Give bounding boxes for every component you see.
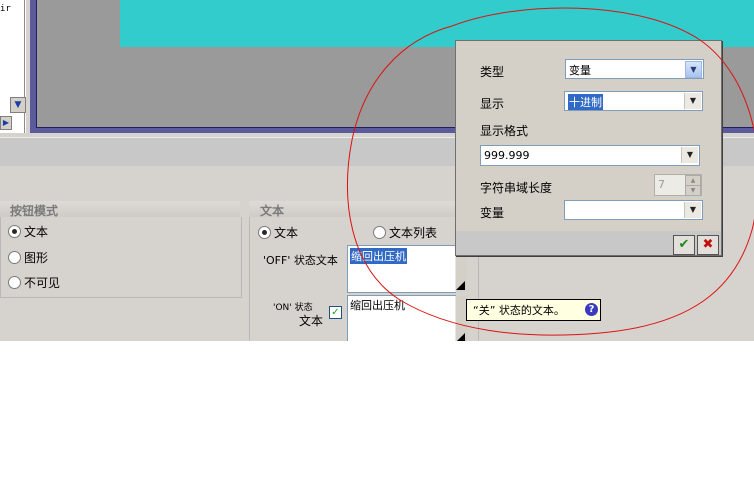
screenshot-area: ir ▼ ▶ 按钮模式 文本 图形 不可见 文本 文本 文本列表 'OFF' 状… [0,0,754,341]
red-annotation-circle [346,7,754,336]
